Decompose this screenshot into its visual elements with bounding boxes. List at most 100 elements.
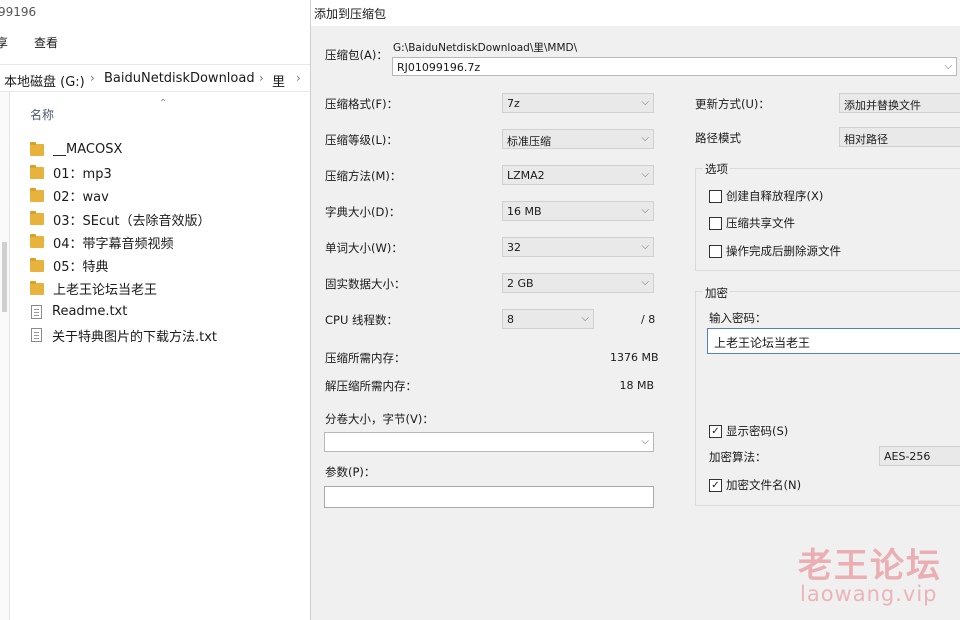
file-name: 05：特典 (53, 260, 109, 276)
breadcrumb-folder[interactable]: BaiduNetdiskDownload (104, 71, 255, 86)
options-group-title: 选项 (703, 161, 730, 177)
update-mode-select[interactable]: 添加并替换文件 (839, 93, 960, 113)
encryption-method-value: AES-256 (884, 450, 931, 463)
cpu-threads-value: 8 (507, 313, 514, 326)
text-file-icon (31, 304, 42, 319)
method-value: LZMA2 (507, 169, 545, 182)
shared-files-checkbox[interactable]: 压缩共享文件 (709, 215, 795, 231)
folder-icon (30, 164, 44, 179)
folder-icon (30, 141, 44, 156)
path-mode-select[interactable]: 相对路径 (839, 127, 960, 147)
solid-size-select[interactable]: 2 GB ⌵ (502, 273, 654, 293)
chevron-down-icon: ⌵ (641, 436, 649, 447)
file-name: 03：SEcut（去除音效版） (53, 213, 211, 229)
dict-size-label: 字典大小(D)： (325, 205, 401, 219)
file-name: Readme.txt (52, 304, 128, 320)
folder-item[interactable]: __MACOSX (30, 138, 310, 161)
folder-item[interactable]: 上老王论坛当老王 (30, 277, 310, 300)
breadcrumb-drive[interactable]: 本地磁盘 (G:) (4, 71, 85, 90)
mem-compress-value: 1376 MB (610, 351, 659, 364)
navigation-pane (0, 92, 10, 620)
password-input[interactable]: 上老王论坛当老王 (707, 328, 960, 354)
update-mode-label: 更新方式(U)： (695, 97, 770, 111)
file-name: 01：mp3 (53, 167, 112, 183)
encryption-method-label: 加密算法： (709, 450, 767, 464)
cpu-threads-select[interactable]: 8 ⌵ (502, 309, 594, 329)
watermark-url: laowang.vip (800, 582, 938, 606)
update-mode-value: 添加并替换文件 (844, 99, 921, 112)
format-label: 压缩格式(F)： (325, 97, 399, 111)
checkbox-box[interactable]: ✓ (709, 424, 722, 438)
folder-icon (30, 211, 44, 226)
ribbon-tab-share[interactable]: 享 (0, 34, 8, 51)
chevron-down-icon: ⌵ (641, 277, 649, 288)
archive-name-value: RJ01099196.7z (397, 61, 481, 74)
folder-icon (30, 187, 44, 202)
encryption-group-title: 加密 (703, 285, 730, 301)
level-select[interactable]: 标准压缩 ⌵ (502, 129, 654, 149)
folder-icon (30, 234, 44, 249)
ribbon-tab-view[interactable]: 查看 (34, 34, 58, 51)
chevron-down-icon: ⌵ (641, 169, 649, 180)
column-header-name[interactable]: 名称 (30, 106, 54, 123)
level-label: 压缩等级(L)： (325, 133, 398, 147)
mem-decompress-label: 解压缩所需内存： (325, 379, 417, 393)
file-name: 04：带字幕音频视频 (53, 236, 174, 252)
chevron-right-icon: › (90, 71, 95, 85)
format-value: 7z (507, 97, 520, 110)
params-label: 参数(P)： (325, 465, 376, 479)
file-name: 02：wav (53, 190, 109, 206)
show-password-checkbox[interactable]: ✓ 显示密码(S) (709, 423, 788, 439)
format-select[interactable]: 7z ⌵ (502, 93, 654, 113)
method-select[interactable]: LZMA2 ⌵ (502, 165, 654, 185)
word-size-select[interactable]: 32 ⌵ (502, 237, 654, 257)
params-input[interactable] (324, 486, 654, 508)
folder-item[interactable]: 05：特典 (30, 254, 310, 277)
path-mode-value: 相对路径 (844, 133, 888, 146)
checkbox-box[interactable] (709, 216, 722, 230)
chevron-down-icon[interactable]: ⌵ (944, 61, 952, 72)
password-label: 输入密码： (709, 311, 767, 325)
checkbox-box[interactable] (709, 244, 722, 258)
level-value: 标准压缩 (507, 135, 551, 148)
chevron-down-icon: ⌵ (641, 241, 649, 252)
word-size-value: 32 (507, 241, 521, 254)
file-explorer-window: 99196 享 查看 本地磁盘 (G:) › BaiduNetdiskDownl… (0, 0, 310, 620)
archive-label: 压缩包(A)： (325, 48, 388, 62)
explorer-title-fragment: 99196 (0, 5, 37, 19)
solid-size-value: 2 GB (507, 277, 534, 290)
folder-item[interactable]: 04：带字幕音频视频 (30, 231, 310, 254)
cpu-threads-total: / 8 (641, 313, 656, 326)
dialog-titlebar: 添加到压缩包 (311, 0, 960, 26)
dict-size-value: 16 MB (507, 205, 542, 218)
file-name: __MACOSX (53, 142, 123, 158)
dict-size-select[interactable]: 16 MB ⌵ (502, 201, 654, 221)
split-size-combobox[interactable]: ⌵ (324, 432, 654, 452)
folder-item[interactable]: 01：mp3 (30, 161, 310, 184)
archive-path: G:\BaiduNetdiskDownload\里\MMD\ (393, 42, 578, 54)
scrollbar-thumb[interactable] (2, 242, 7, 312)
sort-ascending-icon: ⌃ (159, 98, 168, 109)
dialog-title: 添加到压缩包 (314, 7, 387, 21)
shared-files-checkbox-label: 压缩共享文件 (726, 216, 795, 230)
checkbox-box[interactable] (709, 189, 722, 203)
file-name: 关于特典图片的下载方法.txt (52, 329, 218, 345)
sfx-checkbox[interactable]: 创建自释放程序(X) (709, 188, 823, 204)
address-bar[interactable]: 本地磁盘 (G:) › BaiduNetdiskDownload › 里 › (0, 64, 310, 92)
file-item[interactable]: Readme.txt (30, 300, 310, 323)
word-size-label: 单词大小(W)： (325, 241, 403, 255)
cpu-threads-label: CPU 线程数： (325, 313, 399, 327)
checkbox-box[interactable]: ✓ (709, 478, 722, 492)
chevron-down-icon: ⌵ (641, 97, 649, 108)
archive-name-combobox[interactable]: RJ01099196.7z ⌵ (392, 57, 957, 76)
chevron-down-icon: ⌵ (581, 313, 589, 324)
folder-item[interactable]: 03：SEcut（去除音效版） (30, 208, 310, 231)
encrypt-names-checkbox[interactable]: ✓ 加密文件名(N) (709, 477, 801, 493)
file-item[interactable]: 关于特典图片的下载方法.txt (30, 324, 310, 347)
folder-item[interactable]: 02：wav (30, 184, 310, 207)
delete-source-checkbox[interactable]: 操作完成后删除源文件 (709, 243, 841, 259)
encryption-method-select[interactable]: AES-256 (879, 446, 960, 466)
show-password-checkbox-label: 显示密码(S) (726, 424, 789, 438)
solid-size-label: 固实数据大小： (325, 277, 406, 291)
breadcrumb-subfolder[interactable]: 里 (272, 71, 285, 90)
